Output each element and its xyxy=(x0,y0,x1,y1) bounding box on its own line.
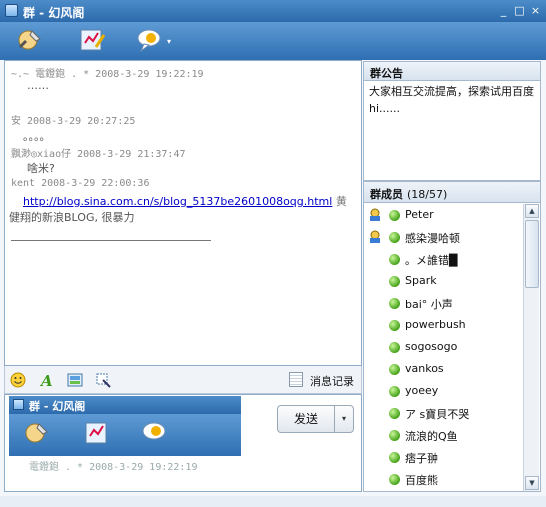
member-item[interactable]: 流浪的Q鱼 xyxy=(364,425,524,447)
message-body-suffix: 黄 xyxy=(335,195,347,208)
member-item[interactable]: sogosogo xyxy=(364,337,524,359)
scroll-up-arrow-icon[interactable]: ▲ xyxy=(525,204,539,218)
member-name: 百度熊 xyxy=(405,474,438,487)
tools-icon xyxy=(25,423,48,443)
message-body: 。。。。 xyxy=(23,130,51,143)
online-status-icon xyxy=(389,342,400,353)
online-status-icon xyxy=(389,408,400,419)
online-status-icon xyxy=(389,452,400,463)
member-name: powerbush xyxy=(405,318,466,331)
message-header: kent 2008-3-29 22:00:36 xyxy=(11,178,150,189)
message-body: 啥米? xyxy=(27,162,55,175)
blog-link[interactable]: http://blog.sina.com.cn/s/blog_5137be260… xyxy=(23,195,332,208)
members-title: 群成员 xyxy=(370,188,403,201)
message-history-button[interactable]: 消息记录 xyxy=(310,373,354,389)
close-button[interactable]: × xyxy=(530,5,541,16)
main-toolbar: ▾ xyxy=(0,22,546,60)
whiteboard-icon xyxy=(85,422,107,444)
online-status-icon xyxy=(389,210,400,221)
status-bar xyxy=(0,496,546,507)
member-name: ア s寶貝不哭 xyxy=(405,408,470,421)
member-item[interactable]: 百度熊 xyxy=(364,469,524,491)
thumb-faded-text: 電鐙鉋 . * 2008-3-29 19:22:19 xyxy=(29,462,198,473)
member-item[interactable]: 感染漫哈顿 xyxy=(364,227,524,249)
message-header: ~.~ 電鐙鉋 . * 2008-3-29 19:22:19 xyxy=(11,69,204,80)
member-item[interactable]: ア s寶貝不哭 xyxy=(364,403,524,425)
send-button[interactable]: 发送 xyxy=(277,405,335,433)
member-item[interactable]: 痞子翀 xyxy=(364,447,524,469)
member-name: Peter xyxy=(405,208,434,221)
member-item[interactable]: bai° 小声 xyxy=(364,293,524,315)
scroll-down-arrow-icon[interactable]: ▼ xyxy=(525,476,539,490)
announcement-text: 大家相互交流提高，探索试用百度hi...... xyxy=(363,81,541,181)
chat-bubble-icon xyxy=(142,422,166,440)
member-name: 感染漫哈顿 xyxy=(405,232,460,245)
member-name: yoeey xyxy=(405,384,439,397)
member-item[interactable]: 。メ誰错█ xyxy=(364,249,524,271)
chat-bubble-icon[interactable] xyxy=(136,27,164,53)
minimize-button[interactable]: _ xyxy=(498,5,509,16)
online-status-icon xyxy=(389,254,400,265)
member-item[interactable]: Spark xyxy=(364,271,524,293)
message-body: …… xyxy=(27,79,49,92)
member-name: sogosogo xyxy=(405,340,458,353)
thumb-title: 群 - 幻风阁 xyxy=(29,400,86,413)
chevron-down-icon[interactable]: ▾ xyxy=(167,37,171,46)
online-status-icon xyxy=(389,364,400,375)
member-name: 。メ誰错█ xyxy=(405,254,458,267)
maximize-button[interactable]: □ xyxy=(514,5,525,16)
input-toolbar: A 消息记录 xyxy=(4,366,362,394)
title-bar: 群 - 幻风阁 _ □ × xyxy=(0,0,546,22)
message-header: 飘渺◎xiao仔 2008-3-29 21:37:47 xyxy=(11,149,186,160)
online-status-icon xyxy=(389,232,400,243)
member-item[interactable]: yoeey xyxy=(364,381,524,403)
member-list-scrollbar[interactable]: ▲ ▼ xyxy=(523,204,539,491)
online-status-icon xyxy=(389,430,400,441)
member-name: 流浪的Q鱼 xyxy=(405,430,458,443)
member-item[interactable]: Peter xyxy=(364,205,524,227)
members-header: 群成员 (18/57) xyxy=(363,181,541,203)
announcement-header: 群公告 xyxy=(363,61,541,81)
message-body: 健翔的新浪BLOG, 很暴力 xyxy=(9,211,135,224)
member-name: Spark xyxy=(405,274,437,287)
message-body: http://blog.sina.com.cn/s/blog_5137be260… xyxy=(23,193,347,209)
app-icon xyxy=(5,4,18,17)
member-item[interactable]: vankos xyxy=(364,359,524,381)
font-icon[interactable]: A xyxy=(39,372,55,390)
member-name: bai° 小声 xyxy=(405,298,453,311)
image-icon[interactable] xyxy=(67,372,83,388)
member-name: vankos xyxy=(405,362,444,375)
online-status-icon xyxy=(389,320,400,331)
whiteboard-icon[interactable] xyxy=(78,27,106,53)
window-title: 群 - 幻风阁 xyxy=(23,6,85,20)
message-header: 安 2008-3-29 20:27:25 xyxy=(11,116,136,127)
online-status-icon xyxy=(389,474,400,485)
chat-history[interactable]: ~.~ 電鐙鉋 . * 2008-3-29 19:22:19 …… 安 2008… xyxy=(4,60,362,366)
online-status-icon xyxy=(389,298,400,309)
tools-icon[interactable] xyxy=(16,27,44,53)
send-options-dropdown[interactable]: ▾ xyxy=(334,405,354,433)
online-status-icon xyxy=(389,276,400,287)
members-count: (18/57) xyxy=(407,188,448,201)
svg-text:A: A xyxy=(39,372,53,388)
member-item[interactable]: powerbush xyxy=(364,315,524,337)
scroll-thumb[interactable] xyxy=(525,220,539,288)
app-icon xyxy=(13,399,24,410)
member-name: 痞子翀 xyxy=(405,452,438,465)
online-status-icon xyxy=(389,386,400,397)
pasted-screenshot: 群 - 幻风阁 xyxy=(9,396,241,456)
screenshot-icon[interactable] xyxy=(95,372,111,388)
admin-icon xyxy=(368,208,382,222)
admin-icon xyxy=(368,230,382,244)
history-icon[interactable] xyxy=(289,372,303,387)
divider xyxy=(11,240,211,241)
member-list[interactable]: Peter 感染漫哈顿 。メ誰错█ Spark bai° 小声 powerbus… xyxy=(363,203,541,492)
emoji-icon[interactable] xyxy=(10,372,26,388)
